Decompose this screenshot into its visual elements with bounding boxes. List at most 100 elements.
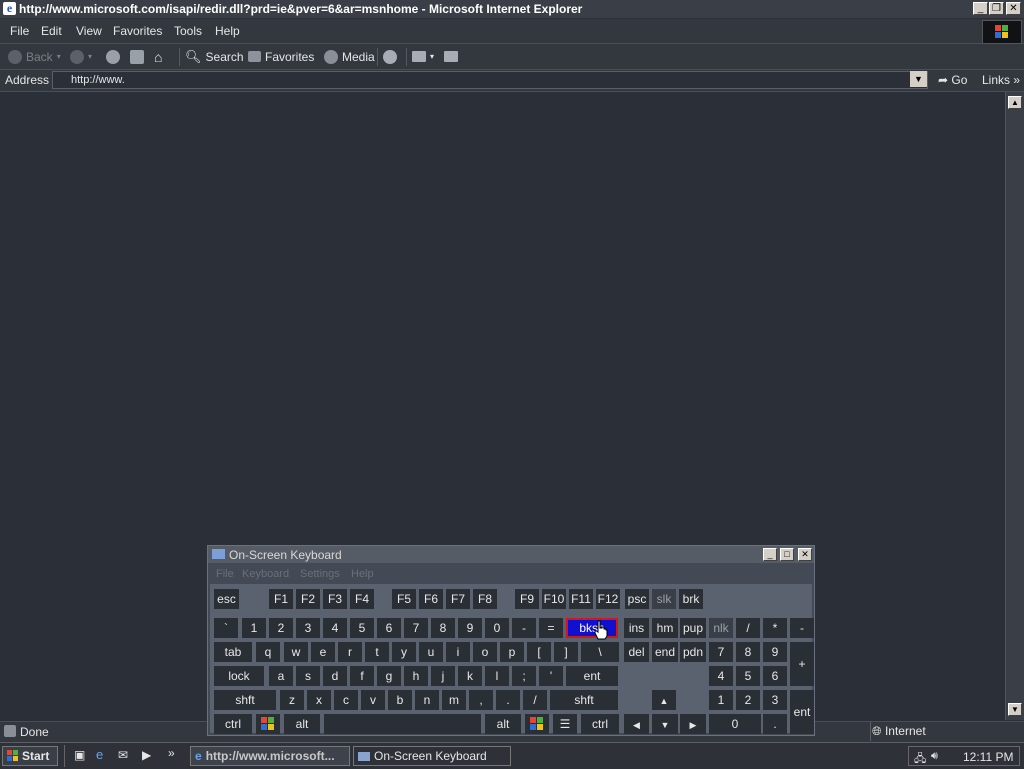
key-shift-8[interactable]: , [469, 690, 493, 710]
key-home-15[interactable]: 6 [763, 666, 787, 686]
key-tab-0[interactable]: tab [214, 642, 252, 662]
media-button[interactable]: Media [324, 48, 375, 65]
key-shift-10[interactable]: / [523, 690, 547, 710]
key-num-10[interactable]: 0 [485, 618, 509, 638]
back-dropdown-icon[interactable]: ▾ [57, 52, 61, 61]
menu-edit[interactable]: Edit [41, 24, 62, 38]
key-tab-5[interactable]: t [365, 642, 389, 662]
key-num-1[interactable]: 1 [242, 618, 266, 638]
key-num-17[interactable]: nlk [709, 618, 733, 638]
key-home-1[interactable]: a [269, 666, 293, 686]
key-num-11[interactable]: - [512, 618, 536, 638]
key-shift-1[interactable]: z [280, 690, 304, 710]
key-fn-0[interactable]: esc [214, 589, 239, 609]
key-tab-2[interactable]: w [284, 642, 308, 662]
key-bottom-3[interactable]: ctrl [581, 714, 619, 734]
key-home-10[interactable]: ; [512, 666, 536, 686]
key-home-13[interactable]: 4 [709, 666, 733, 686]
scroll-down-button[interactable]: ▼ [1008, 703, 1022, 716]
menu-favorites[interactable]: Favorites [113, 24, 162, 38]
key-shift-3[interactable]: c [334, 690, 358, 710]
restore-button[interactable]: ❐ [989, 2, 1004, 15]
osk-close-button[interactable]: ✕ [798, 548, 812, 561]
menu-view[interactable]: View [76, 24, 102, 38]
key-num-20[interactable]: - [790, 618, 814, 638]
key-fn-15[interactable]: brk [679, 589, 703, 609]
scroll-up-button[interactable]: ▲ [1008, 96, 1022, 109]
address-input[interactable]: http://www. [52, 71, 928, 89]
key-shift-2[interactable]: x [307, 690, 331, 710]
osk-maximize-button[interactable]: □ [780, 548, 794, 561]
key-shift-4[interactable]: v [361, 690, 385, 710]
search-button[interactable]: 🔍︎ Search [185, 48, 244, 65]
key-tab-15[interactable]: end [652, 642, 678, 662]
key-shift-0[interactable]: shft [214, 690, 276, 710]
osk-menu-help[interactable]: Help [351, 568, 374, 580]
key-fn-12[interactable]: F12 [596, 589, 620, 609]
key-num-12[interactable]: = [539, 618, 563, 638]
outlook-express-icon[interactable]: ✉ [118, 748, 128, 762]
key-tab-20[interactable]: + [790, 642, 814, 686]
internet-explorer-quicklaunch-icon[interactable]: e [96, 747, 103, 762]
key-fn-13[interactable]: psc [625, 589, 649, 609]
media-player-icon[interactable]: ▶ [142, 748, 151, 762]
key-windows-right[interactable] [525, 714, 549, 734]
key-num-7[interactable]: 7 [404, 618, 428, 638]
quicklaunch-chevron-icon[interactable]: » [168, 746, 175, 760]
forward-dropdown-icon[interactable]: ▾ [88, 52, 92, 61]
key-num-14[interactable]: ins [624, 618, 649, 638]
key-home-8[interactable]: k [458, 666, 482, 686]
go-button[interactable]: ➦ Go [938, 73, 967, 87]
key-arrow-left[interactable]: ◀ [624, 714, 649, 734]
key-shift-9[interactable]: . [496, 690, 520, 710]
key-fn-11[interactable]: F11 [569, 589, 593, 609]
key-home-5[interactable]: g [377, 666, 401, 686]
key-tab-8[interactable]: i [446, 642, 470, 662]
key-context-menu[interactable]: ☰ [553, 714, 577, 734]
key-home-6[interactable]: h [404, 666, 428, 686]
key-num-5[interactable]: 5 [350, 618, 374, 638]
key-tab-13[interactable]: \ [581, 642, 619, 662]
key-num-15[interactable]: hm [652, 618, 678, 638]
key-home-2[interactable]: s [296, 666, 320, 686]
osk-menu-settings[interactable]: Settings [300, 568, 340, 580]
key-bottom-5[interactable]: . [763, 714, 787, 734]
close-button[interactable]: ✕ [1006, 2, 1021, 15]
key-num-6[interactable]: 6 [377, 618, 401, 638]
key-arrow-down[interactable]: ▼ [652, 714, 678, 734]
key-bottom-2[interactable]: alt [485, 714, 521, 734]
menu-tools[interactable]: Tools [174, 24, 202, 38]
key-shift-6[interactable]: n [415, 690, 439, 710]
history-button[interactable] [383, 48, 397, 65]
forward-button[interactable]: ▾ [70, 48, 92, 65]
menu-file[interactable]: File [10, 24, 29, 38]
key-tab-11[interactable]: [ [527, 642, 551, 662]
key-tab-9[interactable]: o [473, 642, 497, 662]
mail-dropdown-icon[interactable]: ▾ [430, 52, 434, 61]
key-fn-8[interactable]: F8 [473, 589, 497, 609]
key-fn-14[interactable]: slk [652, 589, 676, 609]
key-tab-7[interactable]: u [419, 642, 443, 662]
key-tab-19[interactable]: 9 [763, 642, 787, 662]
key-num-2[interactable]: 2 [269, 618, 293, 638]
key-num-0[interactable]: ` [214, 618, 238, 638]
minimize-button[interactable]: _ [973, 2, 988, 15]
key-home-12[interactable]: ent [566, 666, 618, 686]
key-fn-2[interactable]: F2 [296, 589, 320, 609]
favorites-button[interactable]: Favorites [248, 48, 314, 65]
key-bottom-1[interactable]: alt [284, 714, 320, 734]
key-num-4[interactable]: 4 [323, 618, 347, 638]
start-button[interactable]: Start [2, 746, 58, 766]
key-num-16[interactable]: pup [680, 618, 706, 638]
key-fn-7[interactable]: F7 [446, 589, 470, 609]
key-home-4[interactable]: f [350, 666, 374, 686]
address-dropdown-button[interactable]: ▼ [910, 71, 927, 87]
key-shift-7[interactable]: m [442, 690, 466, 710]
volume-icon[interactable]: 🔊︎ [931, 750, 938, 763]
key-arrow-up[interactable]: ▲ [652, 690, 676, 710]
key-tab-14[interactable]: del [624, 642, 649, 662]
osk-menu-keyboard[interactable]: Keyboard [242, 568, 289, 580]
network-icon[interactable]: 🖧 [914, 750, 926, 769]
key-tab-3[interactable]: e [311, 642, 335, 662]
key-bottom-0[interactable]: ctrl [214, 714, 252, 734]
